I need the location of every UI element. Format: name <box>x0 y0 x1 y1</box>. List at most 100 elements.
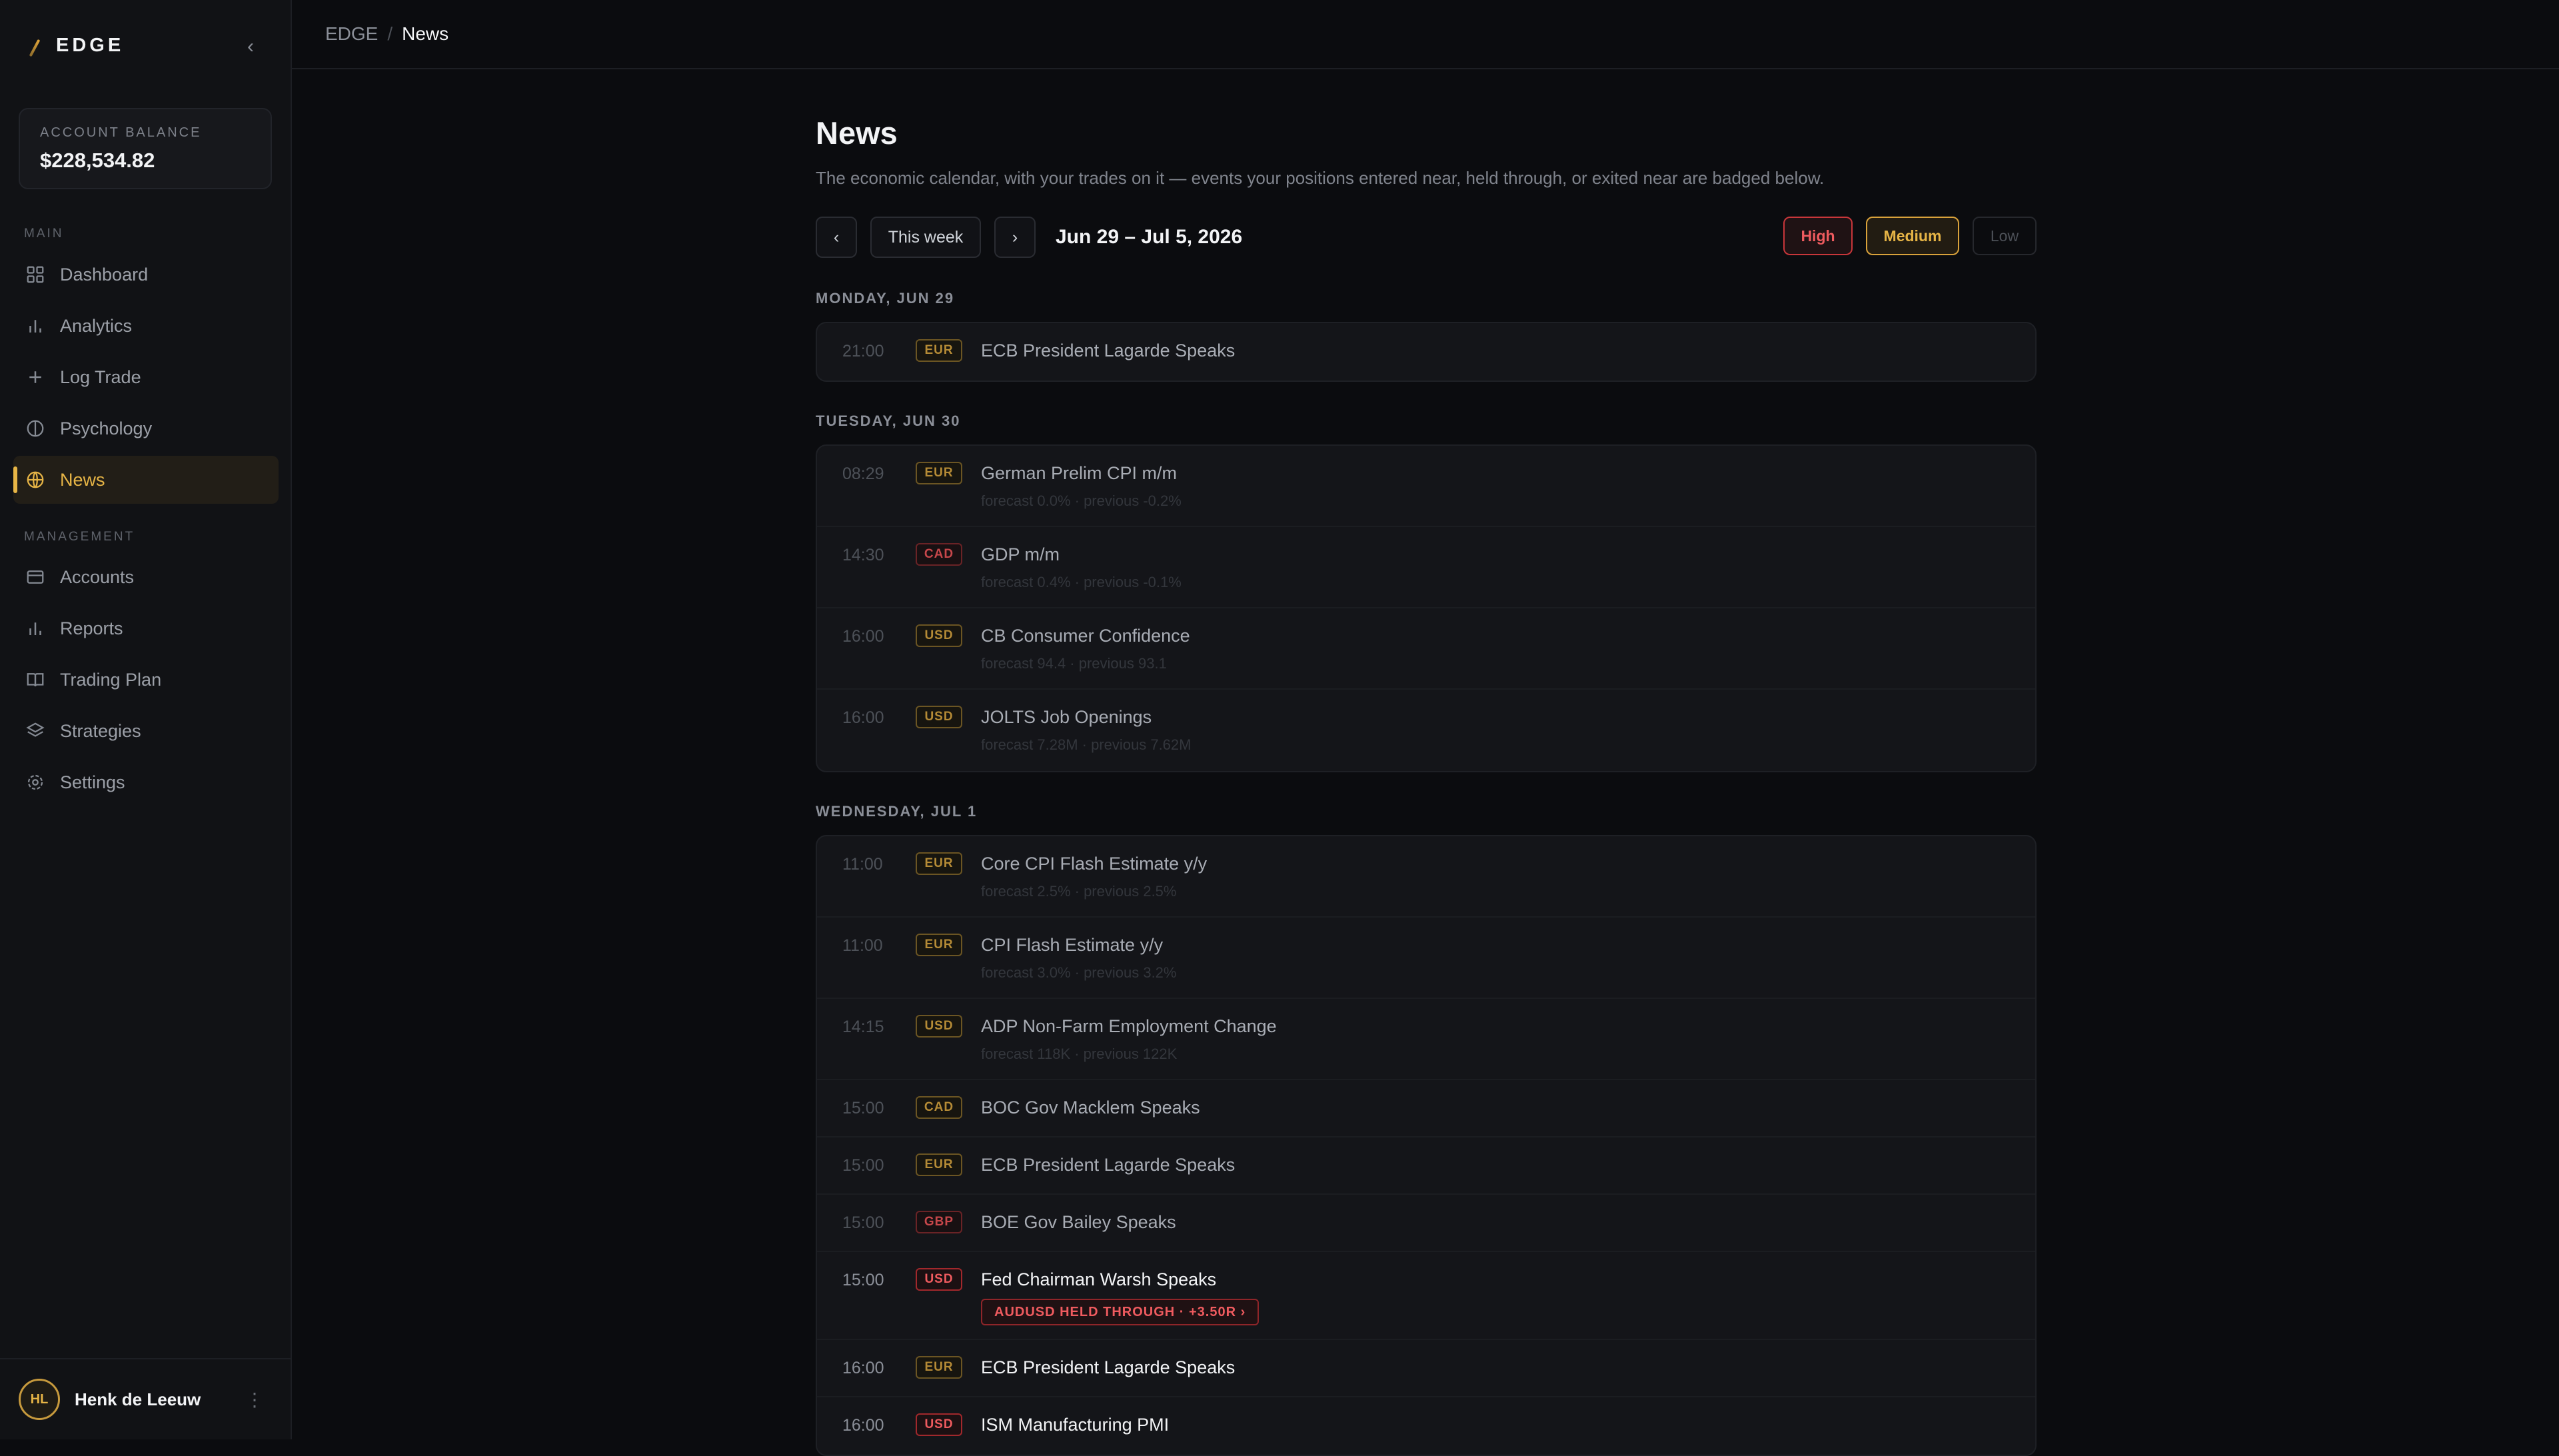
currency-badge: USD <box>916 706 962 728</box>
sidebar-item-analytics[interactable]: Analytics <box>13 302 279 350</box>
filter-low-button[interactable]: Low <box>1973 217 2037 255</box>
currency-badge: EUR <box>916 1153 962 1176</box>
book-icon <box>27 673 44 687</box>
nav-section-management: MANAGEMENT <box>24 530 135 544</box>
event-forecast: forecast 0.0% · previous -0.2% <box>981 492 1182 509</box>
event-title: JOLTS Job Openings <box>981 707 1152 727</box>
currency-badge: USD <box>916 1015 962 1038</box>
event-row[interactable]: 11:00 EUR CPI Flash Estimate y/y forecas… <box>817 918 2035 999</box>
sidebar-item-log-trade[interactable]: Log Trade <box>13 353 279 401</box>
collapse-sidebar-button[interactable]: ‹ <box>239 35 263 59</box>
sidebar-item-news[interactable]: News <box>13 456 279 504</box>
currency-badge: USD <box>916 1413 962 1436</box>
event-time: 14:30 <box>842 546 884 564</box>
filter-high-button[interactable]: High <box>1783 217 1853 255</box>
account-balance-label: ACCOUNT BALANCE <box>40 125 202 140</box>
event-time: 16:00 <box>842 627 884 646</box>
page-subtitle: The economic calendar, with your trades … <box>816 168 1825 188</box>
event-time: 15:00 <box>842 1156 884 1175</box>
currency-badge: CAD <box>916 543 962 566</box>
event-row[interactable]: 15:00 GBP BOE Gov Bailey Speaks <box>817 1195 2035 1252</box>
more-vertical-icon[interactable]: ⋮ <box>245 1389 264 1411</box>
event-row[interactable]: 15:00 EUR ECB President Lagarde Speaks <box>817 1137 2035 1195</box>
event-row[interactable]: 16:00 USD ISM Manufacturing PMI <box>817 1397 2035 1455</box>
event-title: Core CPI Flash Estimate y/y <box>981 854 1208 874</box>
event-title: Fed Chairman Warsh Speaks <box>981 1269 1217 1289</box>
event-row[interactable]: 15:00 CAD BOC Gov Macklem Speaks <box>817 1080 2035 1137</box>
currency-badge: USD <box>916 624 962 647</box>
event-title: BOC Gov Macklem Speaks <box>981 1097 1200 1117</box>
account-balance-value: $228,534.82 <box>40 149 155 172</box>
grid-icon <box>27 266 44 283</box>
prev-week-button[interactable]: ‹ <box>816 217 857 258</box>
user-profile[interactable]: HL Henk de Leeuw ⋮ <box>0 1358 291 1439</box>
day-events-card: 08:29 EUR German Prelim CPI m/m forecast… <box>816 444 2037 772</box>
event-forecast: forecast 2.5% · previous 2.5% <box>981 883 1177 900</box>
event-time: 15:00 <box>842 1099 884 1117</box>
breadcrumb-root[interactable]: EDGE <box>325 23 378 45</box>
event-row[interactable]: 21:00 EUR ECB President Lagarde Speaks <box>817 323 2035 380</box>
sidebar-item-label: Strategies <box>60 720 141 741</box>
event-title: ISM Manufacturing PMI <box>981 1415 1170 1435</box>
currency-badge: EUR <box>916 1356 962 1379</box>
brand[interactable]: EDGE <box>29 35 124 57</box>
edge-logo-icon <box>29 37 47 55</box>
event-time: 16:00 <box>842 1416 884 1435</box>
currency-badge: EUR <box>916 462 962 484</box>
currency-badge: EUR <box>916 934 962 956</box>
event-time: 11:00 <box>842 936 883 955</box>
sidebar-item-settings[interactable]: Settings <box>13 758 279 806</box>
week-controls: ‹ This week › Jun 29 – Jul 5, 2026 High … <box>816 217 2037 261</box>
event-title: ECB President Lagarde Speaks <box>981 341 1236 361</box>
sidebar-item-trading-plan[interactable]: Trading Plan <box>13 656 279 704</box>
event-time: 14:15 <box>842 1018 884 1036</box>
currency-badge: GBP <box>916 1211 962 1233</box>
event-row[interactable]: 15:00 USD Fed Chairman Warsh Speaks AUDU… <box>817 1252 2035 1340</box>
event-row[interactable]: 16:00 EUR ECB President Lagarde Speaks <box>817 1340 2035 1397</box>
event-title: CB Consumer Confidence <box>981 626 1190 646</box>
breadcrumb: EDGE / News <box>292 0 2559 69</box>
avatar: HL <box>19 1379 60 1420</box>
date-range-label: Jun 29 – Jul 5, 2026 <box>1056 226 1243 248</box>
sidebar-item-label: Settings <box>60 772 125 792</box>
sidebar-item-label: Accounts <box>60 566 135 587</box>
sidebar-item-strategies[interactable]: Strategies <box>13 707 279 755</box>
event-time: 16:00 <box>842 708 884 727</box>
brain-icon <box>27 420 44 437</box>
account-balance-card: ACCOUNT BALANCE $228,534.82 <box>19 108 272 189</box>
this-week-button[interactable]: This week <box>870 217 981 258</box>
event-row[interactable]: 14:15 USD ADP Non-Farm Employment Change… <box>817 999 2035 1080</box>
event-row[interactable]: 14:30 CAD GDP m/m forecast 0.4% · previo… <box>817 527 2035 608</box>
sidebar-item-label: Psychology <box>60 418 153 438</box>
event-row[interactable]: 16:00 USD JOLTS Job Openings forecast 7.… <box>817 690 2035 771</box>
chevron-left-icon: ‹ <box>833 227 840 247</box>
event-forecast: forecast 3.0% · previous 3.2% <box>981 964 1177 981</box>
event-title: ADP Non-Farm Employment Change <box>981 1016 1277 1036</box>
sidebar-item-dashboard[interactable]: Dashboard <box>13 251 279 299</box>
next-week-button[interactable]: › <box>994 217 1036 258</box>
event-row[interactable]: 08:29 EUR German Prelim CPI m/m forecast… <box>817 446 2035 527</box>
globe-icon <box>27 471 44 488</box>
card-icon <box>27 570 44 584</box>
day-header: TUESDAY, JUN 30 <box>816 412 961 429</box>
trade-held-through-badge[interactable]: AUDUSD HELD THROUGH · +3.50R › <box>981 1299 1260 1325</box>
event-time: 16:00 <box>842 1359 884 1377</box>
event-title: CPI Flash Estimate y/y <box>981 935 1164 955</box>
event-row[interactable]: 11:00 EUR Core CPI Flash Estimate y/y fo… <box>817 836 2035 918</box>
filter-medium-button[interactable]: Medium <box>1866 217 1959 255</box>
bar-chart-icon <box>29 320 41 333</box>
user-name: Henk de Leeuw <box>75 1389 201 1409</box>
brand-name: EDGE <box>56 35 125 56</box>
currency-badge: EUR <box>916 339 962 362</box>
event-row[interactable]: 16:00 USD CB Consumer Confidence forecas… <box>817 608 2035 690</box>
sidebar-item-label: News <box>60 469 105 490</box>
sidebar-item-label: Log Trade <box>60 366 141 387</box>
event-time: 21:00 <box>842 342 884 361</box>
sidebar-item-accounts[interactable]: Accounts <box>13 553 279 601</box>
sidebar-item-psychology[interactable]: Psychology <box>13 404 279 452</box>
event-time: 11:00 <box>842 855 883 874</box>
chevron-right-icon: › <box>1012 227 1018 247</box>
event-title: German Prelim CPI m/m <box>981 463 1178 483</box>
sidebar-item-reports[interactable]: Reports <box>13 604 279 652</box>
currency-badge: USD <box>916 1268 962 1291</box>
